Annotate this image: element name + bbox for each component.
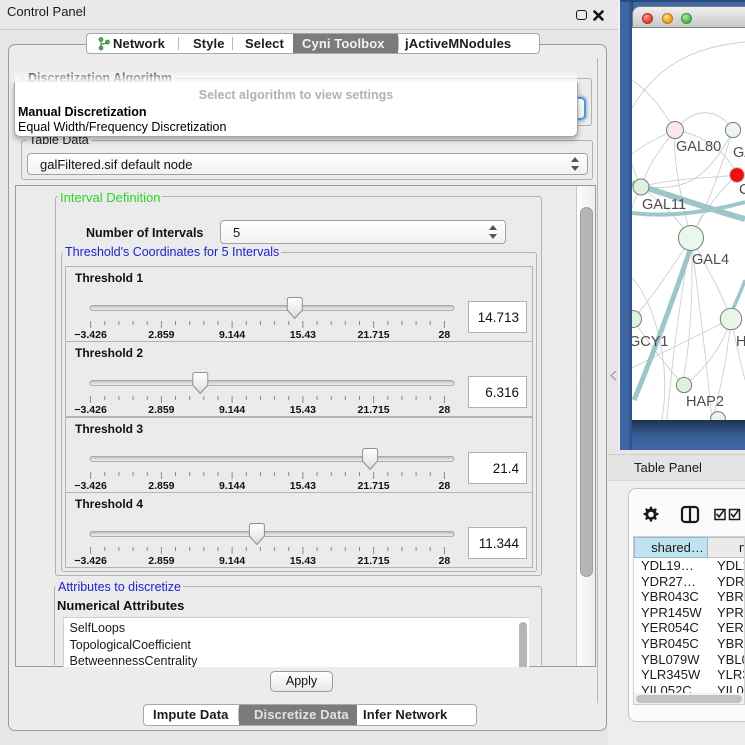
svg-text:C: C [739,182,745,198]
svg-text:21.715: 21.715 [358,555,390,567]
svg-text:H: H [736,334,745,350]
svg-text:15.43: 15.43 [290,329,316,341]
svg-text:9.144: 9.144 [219,404,245,416]
svg-text:GAL4: GAL4 [692,252,729,268]
svg-text:9.144: 9.144 [219,555,245,567]
svg-text:−3.426: −3.426 [74,555,107,567]
svg-text:GA: GA [733,145,745,161]
svg-text:21.715: 21.715 [358,480,390,492]
svg-text:21.715: 21.715 [358,329,390,341]
svg-text:28: 28 [439,404,451,416]
svg-text:28: 28 [439,480,451,492]
svg-text:15.43: 15.43 [290,404,316,416]
svg-text:15.43: 15.43 [290,555,316,567]
svg-text:−3.426: −3.426 [74,480,107,492]
svg-text:−3.426: −3.426 [74,404,107,416]
svg-text:2.859: 2.859 [148,555,174,567]
svg-text:28: 28 [439,555,451,567]
svg-text:−3.426: −3.426 [74,329,107,341]
svg-text:15.43: 15.43 [290,480,316,492]
svg-text:9.144: 9.144 [219,329,245,341]
svg-text:HAP2: HAP2 [686,394,724,410]
svg-text:2.859: 2.859 [148,404,174,416]
svg-text:2.859: 2.859 [148,480,174,492]
svg-text:GCY1: GCY1 [632,334,669,350]
svg-text:21.715: 21.715 [358,404,390,416]
svg-text:GAL11: GAL11 [642,197,686,213]
svg-text:9.144: 9.144 [219,480,245,492]
svg-text:2.859: 2.859 [148,329,174,341]
svg-text:28: 28 [439,329,451,341]
svg-text:GAL80: GAL80 [676,139,721,155]
